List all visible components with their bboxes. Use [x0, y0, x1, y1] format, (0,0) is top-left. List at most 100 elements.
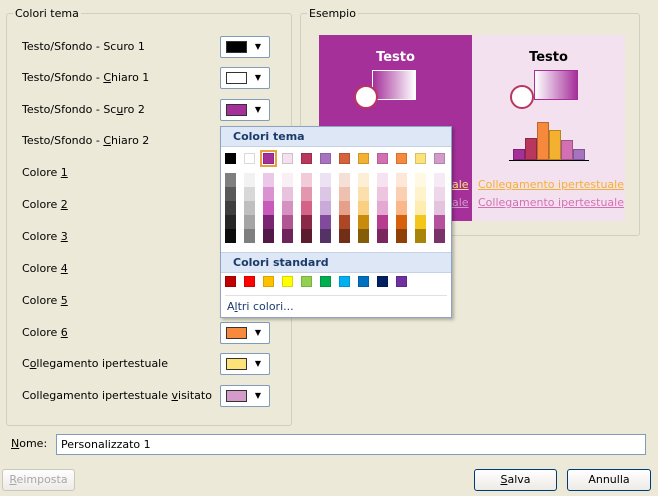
shade-color-cell[interactable]	[320, 173, 331, 187]
theme-color-cell[interactable]	[282, 153, 293, 164]
shade-color-cell[interactable]	[282, 201, 293, 215]
shade-color-cell[interactable]	[263, 229, 274, 243]
standard-color-cell[interactable]	[263, 276, 274, 287]
shade-color-cell[interactable]	[320, 215, 331, 229]
shade-color-cell[interactable]	[225, 229, 236, 243]
shade-color-cell[interactable]	[263, 215, 274, 229]
theme-color-cell[interactable]	[434, 153, 445, 164]
shade-color-cell[interactable]	[301, 215, 312, 229]
shade-color-cell[interactable]	[282, 187, 293, 201]
shade-color-cell[interactable]	[225, 215, 236, 229]
theme-color-cell[interactable]	[320, 153, 331, 164]
shade-color-cell[interactable]	[396, 215, 407, 229]
reset-button[interactable]: Reimposta	[2, 469, 75, 491]
dropdown-arrow-icon: ▼	[254, 42, 262, 51]
shade-color-cell[interactable]	[396, 201, 407, 215]
preview-light-visited-link[interactable]: Collegamento ipertestuale	[478, 196, 624, 209]
shade-color-cell[interactable]	[320, 229, 331, 243]
shade-color-cell[interactable]	[434, 201, 445, 215]
shade-color-cell[interactable]	[282, 215, 293, 229]
shade-color-cell[interactable]	[396, 173, 407, 187]
standard-color-cell[interactable]	[244, 276, 255, 287]
preview-light-link[interactable]: Collegamento ipertestuale	[478, 178, 624, 191]
shade-color-cell[interactable]	[358, 173, 369, 187]
theme-color-cell[interactable]	[244, 153, 255, 164]
shade-color-cell[interactable]	[377, 215, 388, 229]
shade-color-cell[interactable]	[263, 201, 274, 215]
shade-color-cell[interactable]	[244, 173, 255, 187]
standard-color-cell[interactable]	[377, 276, 388, 287]
preview-dark-link[interactable]: ale	[452, 178, 469, 191]
standard-color-cell[interactable]	[301, 276, 312, 287]
theme-color-cell[interactable]	[377, 153, 388, 164]
shade-color-cell[interactable]	[244, 215, 255, 229]
standard-color-cell[interactable]	[358, 276, 369, 287]
standard-color-cell[interactable]	[225, 276, 236, 287]
shade-color-cell[interactable]	[263, 173, 274, 187]
theme-row-label: Testo/Sfondo - Chiaro 1	[22, 71, 149, 85]
shade-color-cell[interactable]	[225, 201, 236, 215]
shade-color-cell[interactable]	[244, 229, 255, 243]
shade-color-cell[interactable]	[244, 187, 255, 201]
color-picker-button[interactable]: ▼	[220, 99, 270, 121]
shade-color-cell[interactable]	[282, 173, 293, 187]
theme-color-cell[interactable]	[225, 153, 236, 164]
shade-color-cell[interactable]	[339, 173, 350, 187]
color-picker-button[interactable]: ▼	[220, 36, 270, 58]
shade-color-cell[interactable]	[415, 173, 426, 187]
shade-color-cell[interactable]	[263, 187, 274, 201]
shade-color-cell[interactable]	[415, 215, 426, 229]
theme-color-cell[interactable]	[339, 153, 350, 164]
color-picker-button[interactable]: ▼	[220, 385, 270, 407]
shade-color-cell[interactable]	[358, 187, 369, 201]
theme-color-cell[interactable]	[358, 153, 369, 164]
shade-color-cell[interactable]	[301, 229, 312, 243]
cancel-button[interactable]: Annulla	[567, 469, 651, 491]
shade-color-cell[interactable]	[358, 215, 369, 229]
theme-color-cell[interactable]	[260, 150, 277, 167]
shade-color-cell[interactable]	[301, 201, 312, 215]
shade-color-cell[interactable]	[415, 229, 426, 243]
shade-color-cell[interactable]	[377, 229, 388, 243]
shade-color-cell[interactable]	[244, 201, 255, 215]
shade-color-cell[interactable]	[225, 173, 236, 187]
shade-color-cell[interactable]	[415, 187, 426, 201]
shade-color-cell[interactable]	[434, 187, 445, 201]
shade-color-cell[interactable]	[339, 229, 350, 243]
shade-color-cell[interactable]	[339, 215, 350, 229]
shade-color-cell[interactable]	[396, 187, 407, 201]
shade-color-cell[interactable]	[434, 229, 445, 243]
shade-color-cell[interactable]	[358, 201, 369, 215]
save-button[interactable]: Salva	[474, 469, 557, 491]
shade-color-cell[interactable]	[434, 215, 445, 229]
preview-dark-visited-link[interactable]: ale	[452, 196, 469, 209]
standard-color-cell[interactable]	[396, 276, 407, 287]
shade-color-cell[interactable]	[301, 187, 312, 201]
shade-color-cell[interactable]	[282, 229, 293, 243]
shade-color-cell[interactable]	[320, 187, 331, 201]
color-picker-button[interactable]: ▼	[220, 67, 270, 89]
shade-color-cell[interactable]	[415, 201, 426, 215]
shade-color-cell[interactable]	[339, 201, 350, 215]
standard-color-cell[interactable]	[320, 276, 331, 287]
shade-color-cell[interactable]	[339, 187, 350, 201]
theme-color-cell[interactable]	[415, 153, 426, 164]
more-colors-button[interactable]: Altri colori...	[227, 300, 294, 313]
shade-color-cell[interactable]	[301, 173, 312, 187]
color-picker-button[interactable]: ▼	[220, 322, 270, 344]
shade-color-cell[interactable]	[377, 201, 388, 215]
shade-color-cell[interactable]	[225, 187, 236, 201]
shade-color-cell[interactable]	[320, 201, 331, 215]
standard-colors-header: Colori standard	[221, 252, 451, 273]
standard-color-cell[interactable]	[339, 276, 350, 287]
name-input[interactable]	[56, 434, 646, 455]
shade-color-cell[interactable]	[396, 229, 407, 243]
theme-color-cell[interactable]	[301, 153, 312, 164]
shade-color-cell[interactable]	[434, 173, 445, 187]
standard-color-cell[interactable]	[282, 276, 293, 287]
shade-color-cell[interactable]	[377, 173, 388, 187]
shade-color-cell[interactable]	[377, 187, 388, 201]
shade-color-cell[interactable]	[358, 229, 369, 243]
color-picker-button[interactable]: ▼	[220, 353, 270, 375]
theme-color-cell[interactable]	[396, 153, 407, 164]
